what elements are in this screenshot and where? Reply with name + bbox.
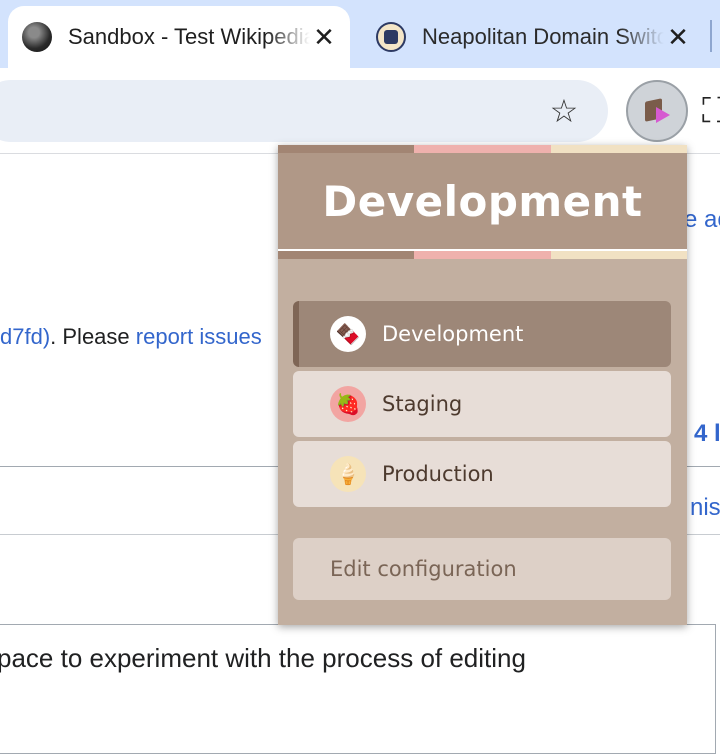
wikipedia-globe-icon [22,22,52,52]
environment-item-production[interactable]: 🍦 Production [293,441,671,507]
tab-strip: Sandbox - Test Wikipedia ✕ Neapolitan Do… [0,0,720,68]
environment-label: Development [382,322,524,346]
notice-text: . Please [50,324,136,349]
editor-text: pace to experiment with the process of e… [0,643,526,673]
edit-configuration-label: Edit configuration [330,557,517,581]
neapolitan-stripe [278,145,687,153]
close-icon[interactable]: ✕ [664,23,692,51]
extension-button[interactable] [626,80,688,142]
tab-title: Sandbox - Test Wikipedia [68,24,310,49]
star-icon[interactable]: ☆ [544,94,584,128]
close-icon[interactable]: ✕ [310,23,338,51]
edit-configuration-button[interactable]: Edit configuration [293,538,671,600]
page-link-fragment[interactable]: nisto [690,494,720,522]
tab-divider [710,20,712,52]
editor-textarea[interactable]: pace to experiment with the process of e… [0,624,716,754]
neapolitan-stripe [278,251,687,259]
report-issues-link[interactable]: report issues [136,324,262,349]
notice-line: d7fd). Please report issues [0,324,262,350]
tab-sandbox-test-wikipedia[interactable]: Sandbox - Test Wikipedia ✕ [8,6,350,68]
page-link-fragment[interactable]: 4 l [694,420,720,448]
current-environment-title: Development [322,176,643,226]
tab-neapolitan-domain-switcher[interactable]: Neapolitan Domain Switcher ✕ [362,6,704,68]
popup-header: Development [278,153,687,251]
extension-popup: Development 🍫 Development 🍓 Staging 🍦 Pr… [278,145,687,625]
neapolitan-extension-icon [376,22,406,52]
neapolitan-extension-icon [643,98,671,124]
puzzle-icon[interactable]: ⛶ [702,92,720,130]
commit-link[interactable]: d7fd) [0,324,50,349]
environment-label: Staging [382,392,463,416]
browser-toolbar: ☆ ⛶ [0,68,720,154]
tab-title: Neapolitan Domain Switcher [422,24,664,49]
ice-cream-icon: 🍦 [330,456,366,492]
page-link-fragment[interactable]: e ac [684,206,720,234]
environment-item-staging[interactable]: 🍓 Staging [293,371,671,437]
chocolate-icon: 🍫 [330,316,366,352]
address-bar[interactable] [0,80,608,142]
strawberry-icon: 🍓 [330,386,366,422]
environment-label: Production [382,462,494,486]
environment-item-development[interactable]: 🍫 Development [293,301,671,367]
